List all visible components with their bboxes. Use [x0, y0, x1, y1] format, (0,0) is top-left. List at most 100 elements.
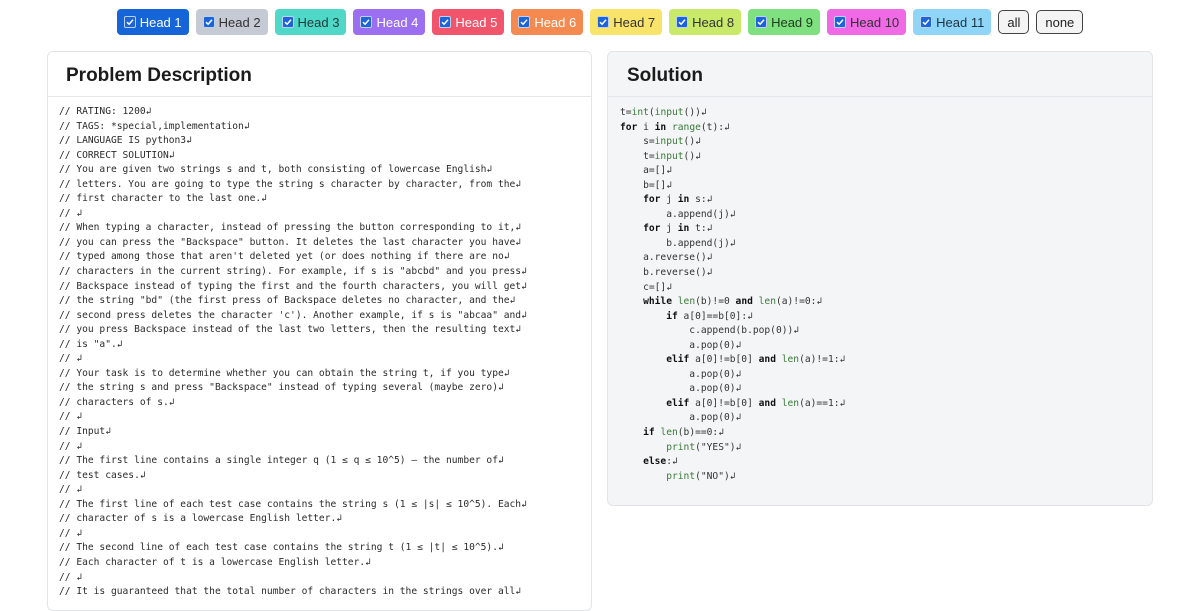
checkbox-checked-icon[interactable] [834, 16, 846, 28]
problem-text-line: // you can press the "Backspace" button.… [59, 236, 522, 248]
checkbox-checked-icon[interactable] [202, 16, 215, 28]
solution-code-line: if a[0]==b[0]:↲ [666, 310, 753, 322]
head-toggle-label: Head 3 [297, 14, 340, 30]
head-toggle-9[interactable]: Head 9 [748, 9, 820, 35]
problem-text-line: // characters in the current string). Fo… [59, 266, 527, 278]
head-toggle-5[interactable]: Head 5 [432, 9, 505, 35]
solution-code-line: elif a[0]!=b[0] and len(a)!=1:↲ [666, 354, 846, 366]
head-toggle-3[interactable]: Head 3 [274, 9, 347, 35]
head-filter-bar: Head 1 Head 2 Head 3 Head 4 Head 5 Head 6 Head… [0, 8, 1200, 36]
select-all-button[interactable]: all [998, 10, 1030, 34]
solution-code-line: if len(b)==0:↲ [643, 427, 724, 439]
problem-text-line: // test cases.↲ [59, 469, 146, 481]
problem-text-line: // characters of s.↲ [59, 396, 175, 408]
solution-code: t=int(input())↲ for i in range(t):↲ s=inp… [608, 97, 1152, 484]
solution-code-line: t=input()↲ [620, 150, 701, 162]
problem-text-line: // The first line of each test case cont… [59, 498, 527, 510]
problem-text-line: // LANGUAGE IS python3↲ [59, 135, 192, 147]
checkbox-checked-icon[interactable] [360, 16, 373, 28]
problem-text-line: // You are given two strings s and t, bo… [59, 164, 493, 176]
problem-text-line: // Your task is to determine whether you… [59, 367, 510, 379]
head-toggle-6[interactable]: Head 6 [511, 9, 584, 35]
solution-code-line: b=[]↲ [620, 179, 672, 191]
solution-title: Solution [608, 52, 1152, 97]
problem-text-line: // ↲ [59, 527, 83, 539]
solution-code-line: elif a[0]!=b[0] and len(a)==1:↲ [666, 397, 846, 409]
problem-text-line: // It is guaranteed that the total numbe… [59, 586, 522, 598]
head-toggle-8[interactable]: Head 8 [669, 9, 742, 35]
solution-code-line: s=input()↲ [620, 136, 701, 148]
problem-text-line: // ↲ [59, 353, 83, 365]
problem-description-panel: Problem Description // RATING: 1200↲ // T… [47, 51, 592, 611]
solution-code-line: t=int(input())↲ [620, 107, 707, 118]
head-toggle-label: Head 4 [376, 14, 419, 30]
solution-code-line: c.append(b.pop(0))↲ [620, 325, 800, 337]
problem-text-line: // TAGS: *special,implementation↲ [59, 120, 250, 132]
problem-text-line: // the string "bd" (the first press of B… [59, 295, 516, 307]
checkbox-checked-icon[interactable] [597, 16, 610, 28]
checkbox-checked-icon[interactable] [676, 16, 689, 28]
checkbox-checked-icon[interactable] [518, 16, 531, 28]
head-toggle-label: Head 9 [771, 14, 813, 30]
head-toggle-1[interactable]: Head 1 [116, 9, 189, 35]
problem-description-text: // RATING: 1200↲ // TAGS: *special,implem… [48, 97, 591, 600]
problem-text-line: // RATING: 1200↲ [59, 106, 152, 117]
problem-text-line: // you press Backspace instead of the la… [59, 324, 522, 336]
problem-text-line: // The second line of each test case con… [59, 542, 504, 554]
problem-text-line: // letters. You are going to type the st… [59, 178, 522, 190]
head-toggle-2[interactable]: Head 2 [195, 9, 268, 35]
checkbox-checked-icon[interactable] [123, 16, 136, 28]
head-toggle-11[interactable]: Head 11 [913, 9, 992, 35]
checkbox-checked-icon[interactable] [755, 16, 768, 28]
problem-text-line: // ↲ [59, 484, 83, 496]
solution-code-line: b.append(j)↲ [620, 237, 736, 249]
solution-code-line: a.append(j)↲ [620, 208, 736, 220]
solution-code-line: a.pop(0)↲ [620, 383, 742, 395]
checkbox-checked-icon[interactable] [281, 16, 294, 28]
solution-code-line: for j in t:↲ [643, 223, 713, 235]
problem-text-line: // typed among those that aren't deleted… [59, 251, 510, 263]
checkbox-checked-icon[interactable] [920, 16, 933, 28]
head-toggle-label: Head 7 [613, 14, 656, 30]
problem-text-line: // Backspace instead of typing the first… [59, 280, 527, 292]
solution-code-line: b.reverse()↲ [620, 267, 713, 279]
solution-code-line: print("YES")↲ [666, 441, 742, 453]
solution-code-line: print("NO")↲ [666, 470, 736, 482]
select-none-button[interactable]: none [1036, 10, 1084, 34]
problem-description-title: Problem Description [48, 52, 591, 97]
head-toggle-label: Head 11 [936, 14, 985, 30]
head-toggle-label: Head 6 [534, 14, 577, 30]
problem-text-line: // ↲ [59, 440, 83, 452]
head-toggle-10[interactable]: Head 10 [827, 9, 907, 35]
solution-code-line: for j in s:↲ [643, 194, 713, 206]
problem-text-line: // character of s is a lowercase English… [59, 513, 343, 525]
problem-text-line: // CORRECT SOLUTION↲ [59, 149, 175, 161]
checkbox-checked-icon[interactable] [439, 16, 452, 28]
solution-code-line: a=[]↲ [620, 165, 672, 177]
problem-text-line: // ↲ [59, 411, 83, 423]
head-toggle-label: Head 10 [850, 14, 900, 30]
problem-text-line: // the string s and press "Backspace" in… [59, 382, 504, 394]
head-toggle-label: Head 8 [692, 14, 735, 30]
head-toggle-label: Head 5 [455, 14, 498, 30]
solution-code-line: else:↲ [643, 456, 678, 468]
problem-text-line: // is "a".↲ [59, 338, 123, 350]
problem-text-line: // first character to the last one.↲ [59, 193, 267, 205]
solution-code-line: a.pop(0)↲ [620, 368, 742, 380]
problem-text-line: // Input↲ [59, 426, 111, 438]
problem-text-line: // When typing a character, instead of p… [59, 222, 522, 234]
problem-text-line: // The first line contains a single inte… [59, 455, 504, 467]
problem-text-line: // ↲ [59, 571, 83, 583]
problem-text-line: // second press deletes the character 'c… [59, 309, 527, 321]
head-toggle-7[interactable]: Head 7 [590, 9, 663, 35]
solution-panel: Solution t=int(input())↲ for i in range(t… [607, 51, 1153, 506]
problem-text-line: // Each character of t is a lowercase En… [59, 556, 371, 568]
solution-code-line: for i in range(t):↲ [620, 121, 730, 133]
solution-code-line: a.pop(0)↲ [620, 339, 742, 351]
solution-code-line: c=[]↲ [620, 281, 672, 293]
solution-code-line: while len(b)!=0 and len(a)!=0:↲ [643, 296, 823, 308]
solution-code-line: a.pop(0)↲ [620, 412, 742, 424]
head-toggle-4[interactable]: Head 4 [353, 9, 426, 35]
problem-text-line: // ↲ [59, 207, 83, 219]
solution-code-line: a.reverse()↲ [620, 252, 713, 264]
